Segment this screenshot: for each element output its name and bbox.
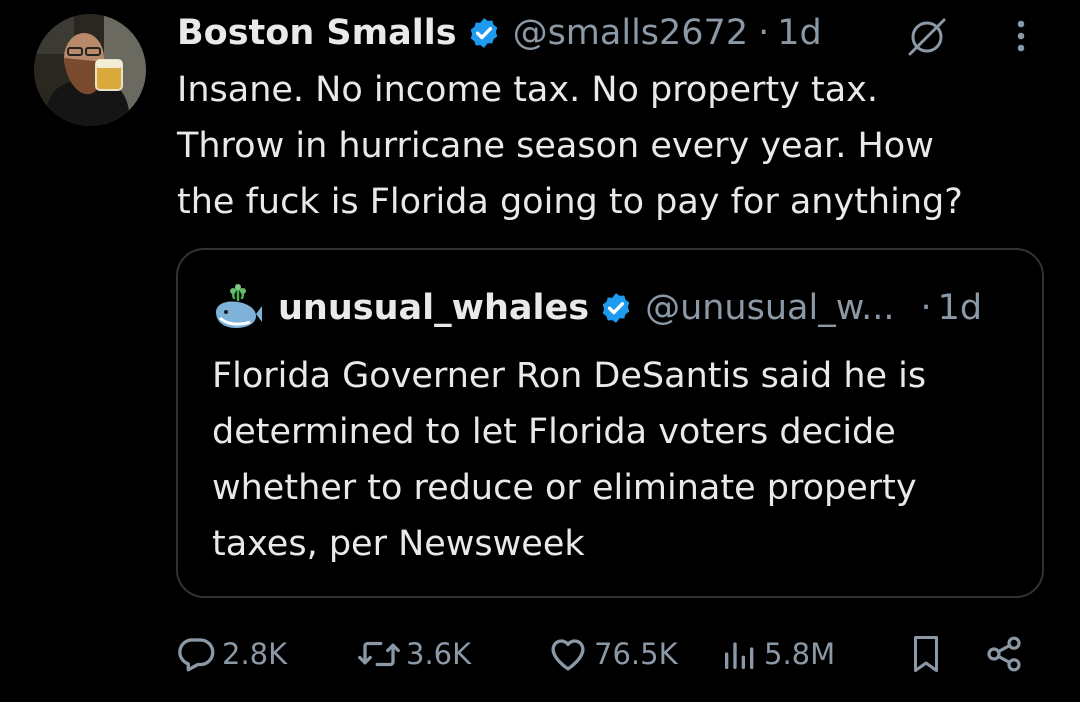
reply-icon [178, 638, 215, 672]
avatar[interactable] [34, 14, 146, 126]
more-options-icon[interactable] [1006, 14, 1036, 58]
grok-icon[interactable] [904, 14, 950, 60]
quoted-tweet-header: unusual_whales @unusual_w... · 1d [212, 282, 982, 334]
views-button[interactable]: 5.8M [720, 626, 835, 682]
reply-count: 2.8K [222, 637, 288, 671]
bookmark-icon [914, 636, 938, 672]
separator-dot: · [920, 288, 932, 328]
share-icon [987, 636, 1021, 672]
verified-badge-icon [599, 291, 633, 325]
analytics-icon [725, 642, 754, 669]
reply-button[interactable]: 2.8K [176, 626, 287, 682]
tweet-header: Boston Smalls @smalls2672 · 1d [177, 8, 822, 58]
quoted-tweet-timestamp[interactable]: 1d [938, 288, 983, 328]
heart-icon [551, 639, 585, 671]
like-count: 76.5K [594, 637, 678, 671]
tweet-text: Insane. No income tax. No property tax. … [177, 70, 963, 222]
quoted-author-handle[interactable]: @unusual_w... [645, 288, 894, 328]
repost-count: 3.6K [406, 637, 472, 671]
avatar-photo [34, 14, 146, 126]
quoted-tweet-text: Florida Governer Ron DeSantis said he is… [212, 356, 927, 564]
view-count: 5.8M [764, 637, 836, 671]
whale-icon[interactable] [212, 282, 264, 334]
author-handle[interactable]: @smalls2672 [513, 13, 749, 53]
tweet[interactable]: Boston Smalls @smalls2672 · 1d Insane. N… [0, 0, 1080, 702]
share-button[interactable] [984, 626, 1024, 682]
quoted-tweet[interactable]: unusual_whales @unusual_w... · 1d Florid… [176, 248, 1044, 598]
separator-dot: · [758, 13, 770, 53]
author-display-name[interactable]: Boston Smalls [177, 13, 457, 53]
bookmark-button[interactable] [908, 626, 944, 682]
repost-button[interactable]: 3.6K [356, 626, 471, 682]
action-bar: 2.8K 3.6K 76.5K 5.8M [176, 626, 1036, 682]
repost-icon [358, 641, 400, 667]
like-button[interactable]: 76.5K [546, 626, 678, 682]
quoted-author-display-name[interactable]: unusual_whales [278, 288, 589, 328]
verified-badge-icon [467, 16, 501, 50]
tweet-timestamp[interactable]: 1d [777, 13, 822, 53]
